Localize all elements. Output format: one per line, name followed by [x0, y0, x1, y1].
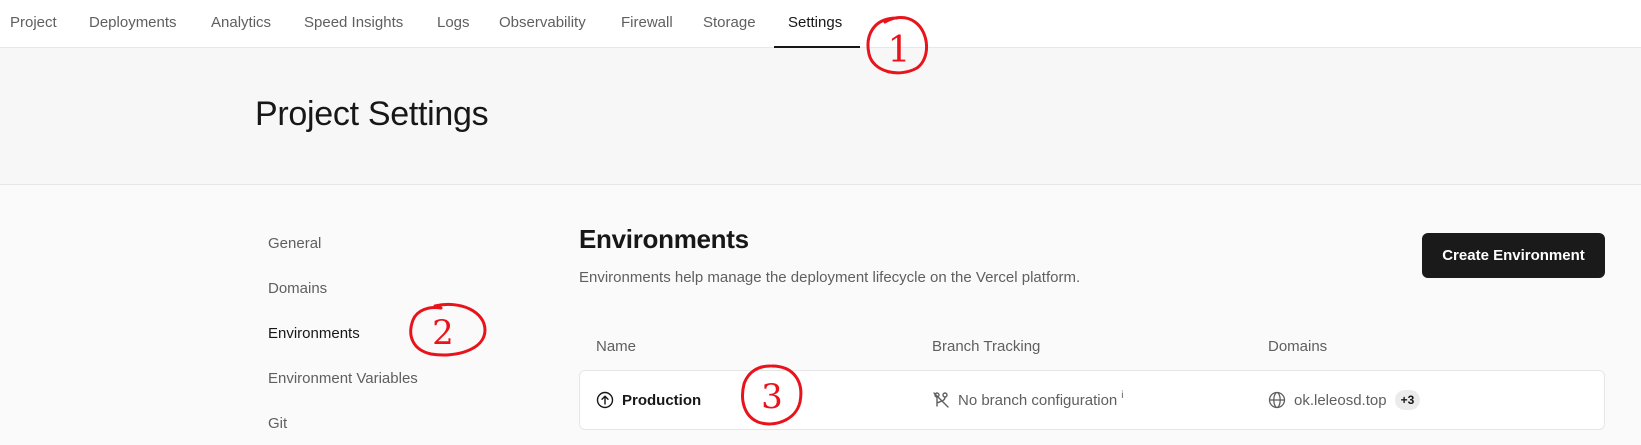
- globe-icon: [1268, 391, 1286, 409]
- create-environment-button[interactable]: Create Environment: [1422, 233, 1605, 278]
- tab-deployments[interactable]: Deployments: [89, 0, 177, 48]
- environment-row-production[interactable]: Production No branch configuration i ok.…: [579, 370, 1605, 430]
- page-header: Project Settings: [0, 48, 1641, 185]
- tab-project[interactable]: Project: [10, 0, 57, 48]
- sidebar-item-environments[interactable]: Environments: [268, 325, 360, 342]
- extra-domains-badge[interactable]: +3: [1394, 390, 1421, 410]
- sidebar-item-general[interactable]: General: [268, 235, 321, 252]
- tab-settings[interactable]: Settings: [788, 0, 842, 48]
- tab-analytics[interactable]: Analytics: [211, 0, 271, 48]
- column-header-name: Name: [596, 338, 637, 355]
- column-header-branch-tracking: Branch Tracking: [932, 338, 1041, 355]
- section-title: Environments: [579, 224, 749, 254]
- domain-link[interactable]: ok.leleosd.top: [1294, 392, 1387, 409]
- top-navigation: Project Deployments Analytics Speed Insi…: [0, 0, 1641, 48]
- sidebar-item-environment-variables[interactable]: Environment Variables: [268, 370, 418, 387]
- tab-observability[interactable]: Observability: [499, 0, 586, 48]
- tab-storage[interactable]: Storage: [703, 0, 756, 48]
- branch-tracking-value: No branch configuration: [958, 391, 1118, 409]
- sidebar-item-domains[interactable]: Domains: [268, 280, 327, 297]
- sidebar-item-git[interactable]: Git: [268, 415, 287, 432]
- tab-speed-insights[interactable]: Speed Insights: [304, 0, 403, 48]
- tab-firewall[interactable]: Firewall: [621, 0, 673, 48]
- annotation-circle-2: 2: [409, 303, 487, 357]
- annotation-number-2: 2: [432, 313, 454, 353]
- page-title: Project Settings: [255, 95, 489, 133]
- environment-name: Production: [622, 391, 702, 409]
- info-icon[interactable]: i: [1121, 390, 1123, 401]
- tab-logs[interactable]: Logs: [437, 0, 470, 48]
- branch-off-icon: [932, 391, 950, 409]
- column-header-domains: Domains: [1268, 338, 1328, 355]
- section-description: Environments help manage the deployment …: [579, 269, 1081, 286]
- arrow-up-circle-icon: [596, 391, 614, 409]
